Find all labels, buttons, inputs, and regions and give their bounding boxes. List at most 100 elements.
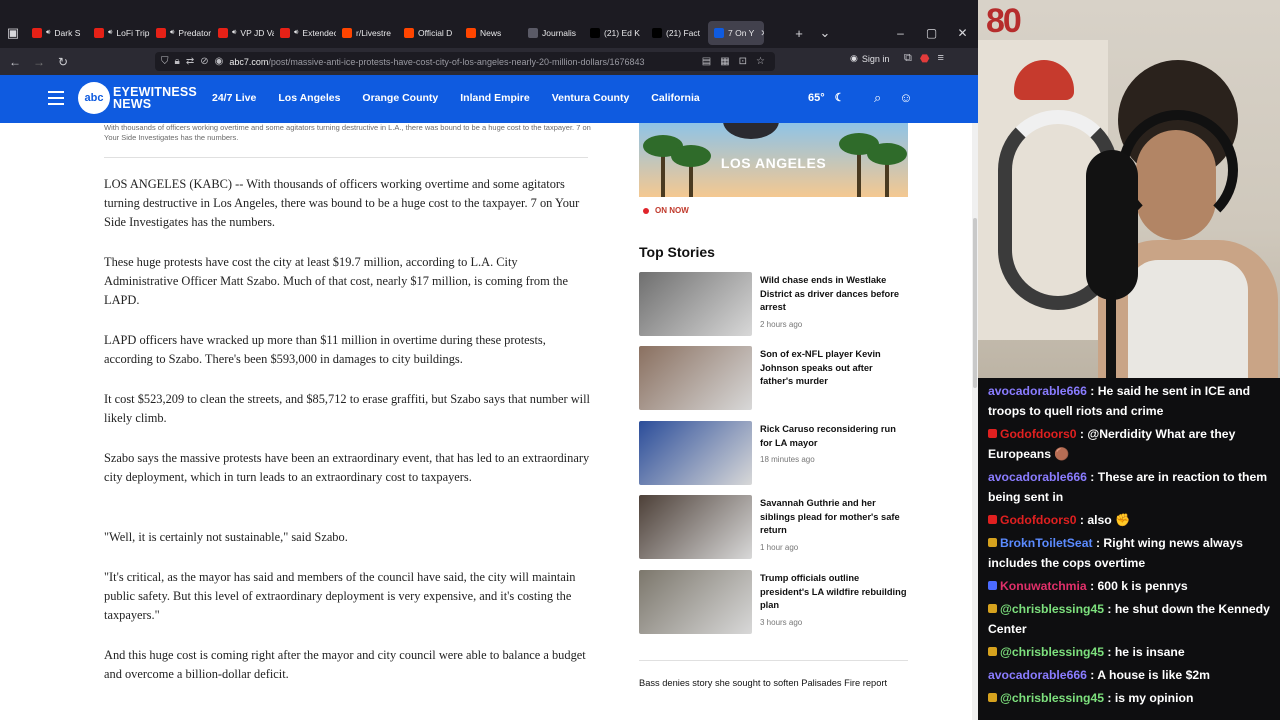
site-nav-link[interactable]: 24/7 Live [212, 92, 256, 104]
profile-icon[interactable]: ☺ [899, 90, 912, 106]
chat-username[interactable]: Godofdoors0 [1000, 427, 1077, 441]
tab-list: 🔊︎ Dark S 🔊︎ LoFi Tripl 🔊︎ Predator 🔊︎ VP JD Va… [26, 21, 786, 45]
browser-tab[interactable]: 🔊︎ Extendec [274, 21, 336, 45]
story-title[interactable]: Trump officials outline president's LA w… [760, 572, 908, 613]
bookmark-star-icon[interactable]: ☆ [756, 56, 765, 67]
site-nav-link[interactable]: Ventura County [552, 92, 630, 104]
site-nav-link[interactable]: Orange County [362, 92, 438, 104]
chat-username[interactable]: avocadorable666 [988, 470, 1087, 484]
lock-icon[interactable]: 🔒︎ [175, 56, 180, 67]
search-icon[interactable]: ⌕ [874, 90, 881, 106]
logo-line-2: NEWS [113, 97, 152, 111]
tab-audio-icon[interactable]: 🔊︎ [294, 29, 298, 37]
url-text[interactable]: abc7.com/post/massive-anti-ice-protests-… [229, 57, 679, 67]
site-logo[interactable]: abc EYEWITNESS NEWS [78, 82, 197, 114]
page-scrollbar-thumb[interactable] [973, 218, 977, 388]
weather-widget[interactable]: 65° ☾ [808, 91, 845, 105]
tab-list-dropdown[interactable]: ⌄ [812, 21, 838, 45]
browser-tab[interactable]: Journalis [522, 21, 584, 45]
top-story-item[interactable]: Trump officials outline president's LA w… [639, 570, 909, 634]
site-nav-link[interactable]: California [651, 92, 699, 104]
shield-icon[interactable]: ⛉ [161, 56, 169, 67]
browser-tab[interactable]: (21) Fact [646, 21, 708, 45]
sign-in-button[interactable]: ◉ Sign in [850, 53, 889, 64]
reload-button[interactable]: ↻ [51, 51, 75, 73]
top-story-item[interactable]: Son of ex-NFL player Kevin Johnson speak… [639, 346, 909, 410]
tab-label: (21) Fact [666, 28, 701, 38]
chat-badge-icon [988, 515, 997, 524]
mic-stand [1106, 290, 1116, 378]
top-story-item[interactable]: Rick Caruso reconsidering run for LA may… [639, 421, 909, 485]
story-thumbnail[interactable] [639, 346, 752, 410]
bottom-story-link[interactable]: Bass denies story she sought to soften P… [639, 677, 909, 690]
browser-tab[interactable]: News [460, 21, 522, 45]
tab-strip: ▣ 🔊︎ Dark S 🔊︎ LoFi Tripl 🔊︎ Predator 🔊︎ VP JD … [0, 18, 978, 48]
back-button[interactable]: ← [3, 51, 27, 73]
tab-audio-icon[interactable]: 🔊︎ [232, 29, 236, 37]
site-info-icon[interactable]: ◉ [215, 56, 224, 67]
browser-tab[interactable]: 🔊︎ VP JD Va [212, 21, 274, 45]
live-stream-thumbnail[interactable]: LOS ANGELES [639, 123, 908, 197]
chat-badge-icon [988, 538, 997, 547]
tab-close-icon[interactable]: ✕ [760, 28, 764, 39]
chat-badge-icon [988, 429, 997, 438]
permissions-icon[interactable]: ⇄ [186, 56, 194, 67]
browser-tab[interactable]: 🔊︎ Predator [150, 21, 212, 45]
chat-username[interactable]: avocadorable666 [988, 668, 1087, 682]
on-now-indicator[interactable]: ON NOW [643, 206, 689, 215]
story-thumbnail[interactable] [639, 272, 752, 336]
story-thumbnail[interactable] [639, 421, 752, 485]
browser-tab[interactable]: r/Livestre [336, 21, 398, 45]
close-window-button[interactable]: ✕ [947, 26, 978, 40]
chat-username[interactable]: Godofdoors0 [1000, 513, 1077, 527]
tab-overview-icon[interactable]: ▣ [0, 21, 26, 45]
chat-username[interactable]: @chrisblessing45 [1000, 602, 1104, 616]
extensions-icon[interactable]: ⧉ [904, 52, 912, 65]
article-paragraph: And this huge cost is coming right after… [104, 648, 586, 681]
reader-view-icon[interactable]: ▤ [702, 56, 711, 67]
chat-username[interactable]: avocadorable666 [988, 384, 1087, 398]
story-thumbnail[interactable] [639, 495, 752, 559]
top-story-item[interactable]: Savannah Guthrie and her siblings plead … [639, 495, 909, 559]
chat-username[interactable]: Konuwatchmia [1000, 579, 1087, 593]
tab-audio-icon[interactable]: 🔊︎ [108, 29, 112, 37]
chat-username[interactable]: @chrisblessing45 [1000, 691, 1104, 705]
hero-title: LOS ANGELES [720, 155, 827, 171]
browser-tab[interactable]: 7 On Y ✕ [708, 21, 764, 45]
story-thumbnail[interactable] [639, 570, 752, 634]
chat-username[interactable]: @chrisblessing45 [1000, 645, 1104, 659]
story-title[interactable]: Savannah Guthrie and her siblings plead … [760, 497, 908, 538]
address-bar[interactable]: ⛉ 🔒︎ ⇄ ⊘ ◉ abc7.com/post/massive-anti-ic… [155, 52, 775, 71]
tab-favicon-icon [280, 28, 290, 38]
chat-badge-icon [988, 581, 997, 590]
browser-tab[interactable]: Official D [398, 21, 460, 45]
menu-icon[interactable]: ≡ [937, 52, 943, 65]
new-tab-button[interactable]: + [786, 21, 812, 45]
story-title[interactable]: Wild chase ends in Westlake District as … [760, 274, 908, 315]
hamburger-menu-icon[interactable] [48, 91, 64, 105]
story-title[interactable]: Son of ex-NFL player Kevin Johnson speak… [760, 348, 908, 389]
url-domain: abc7.com [229, 56, 269, 67]
picture-icon[interactable]: ▦ [720, 56, 729, 67]
maximize-button[interactable]: ▢ [916, 26, 947, 40]
tab-favicon-icon [218, 28, 228, 38]
browser-tab[interactable]: 🔊︎ LoFi Tripl [88, 21, 150, 45]
top-story-item[interactable]: Wild chase ends in Westlake District as … [639, 272, 909, 336]
browser-tab[interactable]: 🔊︎ Dark S [26, 21, 88, 45]
story-title[interactable]: Rick Caruso reconsidering run for LA may… [760, 423, 908, 450]
browser-tab[interactable]: (21) Ed K [584, 21, 646, 45]
tab-favicon-icon [652, 28, 662, 38]
save-icon[interactable]: ⊡ [739, 56, 747, 67]
site-nav-link[interactable]: Inland Empire [460, 92, 529, 104]
site-nav-link[interactable]: Los Angeles [278, 92, 340, 104]
tab-favicon-icon [528, 28, 538, 38]
chat-text: : is my opinion [1104, 691, 1194, 705]
tracking-icon[interactable]: ⊘ [200, 56, 208, 67]
minimize-button[interactable]: – [885, 26, 916, 40]
tab-audio-icon[interactable]: 🔊︎ [170, 29, 174, 37]
tab-audio-icon[interactable]: 🔊︎ [46, 29, 50, 37]
forward-button[interactable]: → [27, 51, 51, 73]
tab-favicon-icon [466, 28, 476, 38]
chat-username[interactable]: BroknToiletSeat [1000, 536, 1093, 550]
adblock-icon[interactable]: ⬣ [920, 52, 930, 65]
